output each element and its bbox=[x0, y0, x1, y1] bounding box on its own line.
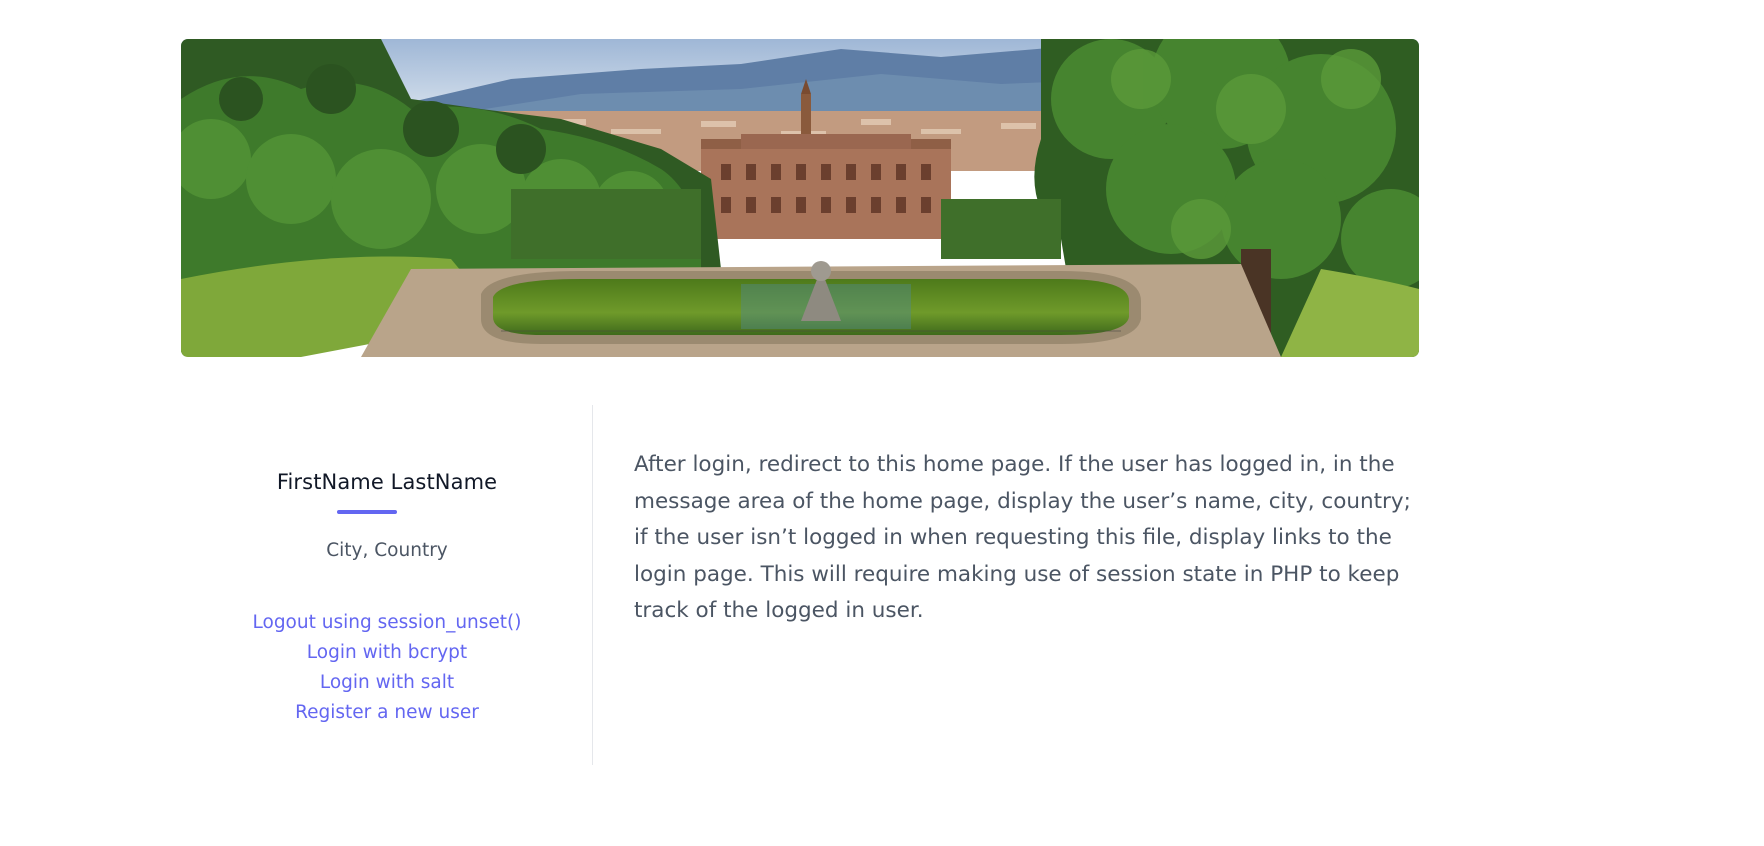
user-name: FirstName LastName bbox=[276, 470, 498, 494]
logout-link[interactable]: Logout using session_unset() bbox=[181, 608, 593, 638]
auth-links: Logout using session_unset() Login with … bbox=[181, 608, 593, 728]
landscape-illustration bbox=[181, 39, 1419, 357]
login-salt-link[interactable]: Login with salt bbox=[181, 668, 593, 698]
user-location: City, Country bbox=[326, 540, 448, 561]
user-profile-card: FirstName LastName City, Country Logout … bbox=[181, 405, 593, 765]
register-link[interactable]: Register a new user bbox=[181, 698, 593, 728]
hero-banner-image bbox=[181, 39, 1419, 357]
login-bcrypt-link[interactable]: Login with bcrypt bbox=[181, 638, 593, 668]
message-area: After login, redirect to this home page.… bbox=[634, 452, 1411, 623]
page: FirstName LastName City, Country Logout … bbox=[0, 0, 1764, 846]
name-underline-accent bbox=[337, 510, 397, 514]
column-divider bbox=[592, 405, 593, 765]
